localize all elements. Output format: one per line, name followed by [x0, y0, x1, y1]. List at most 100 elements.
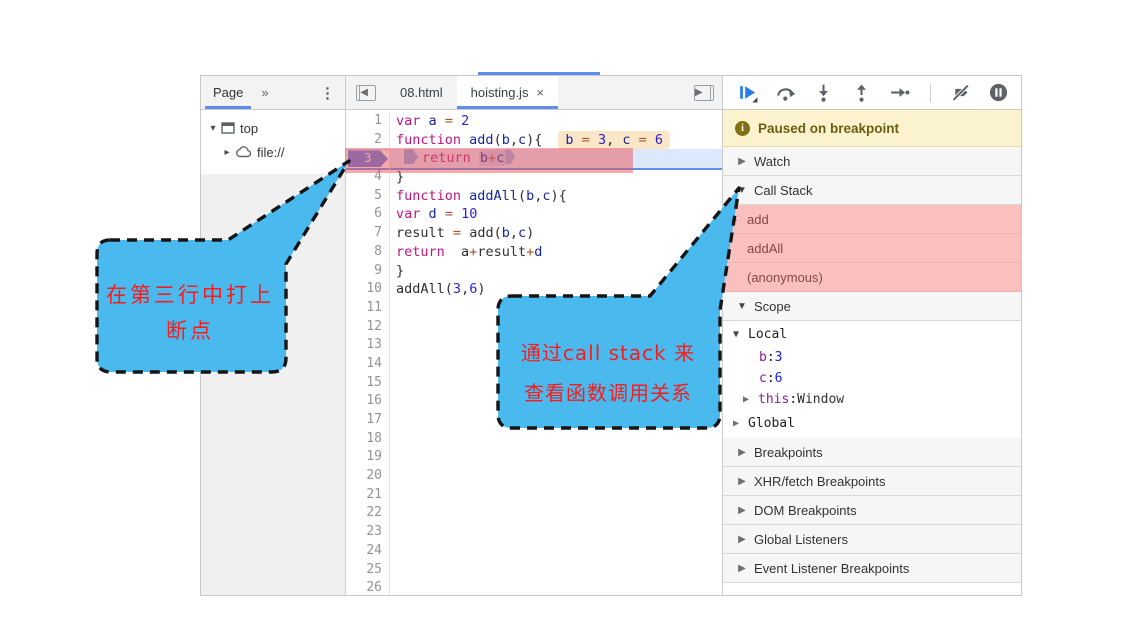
tab-page[interactable]: Page [201, 76, 255, 109]
step-out-icon[interactable] [851, 82, 872, 103]
line-number[interactable]: 23 [346, 523, 390, 542]
line-number[interactable]: 17 [346, 411, 390, 430]
line-number[interactable]: 2 [346, 131, 390, 150]
inline-breakpoint-marker-icon[interactable] [404, 149, 418, 164]
code-content: } [390, 168, 722, 187]
line-number[interactable]: 11 [346, 299, 390, 318]
file-tree: ▾ top ▸ file:// [201, 110, 345, 174]
code-line: 8return a+result+d [346, 243, 722, 262]
expand-right-panel-icon[interactable]: ▶ [694, 85, 714, 101]
code-content [390, 318, 722, 337]
scope-property[interactable]: ▶this: Window [723, 389, 1021, 410]
code-token [461, 225, 469, 241]
section-call-stack[interactable]: ▼ Call Stack [723, 176, 1021, 205]
section-dom-breakpoints[interactable]: ▶DOM Breakpoints [723, 496, 1021, 525]
line-number[interactable]: 7 [346, 224, 390, 243]
line-number[interactable]: 1 [346, 112, 390, 131]
code-token [471, 150, 479, 166]
scope-global[interactable]: ▶ Global [723, 410, 1021, 437]
code-content [390, 411, 722, 430]
tree-item-top[interactable]: ▾ top [201, 116, 345, 140]
editor-tabbar: ◀ 08.html hoisting.js × ▶ [346, 76, 722, 110]
call-stack-frames: ▶addaddAll(anonymous) [723, 205, 1021, 292]
line-number[interactable]: 15 [346, 374, 390, 393]
code-token: function [396, 188, 461, 204]
line-number[interactable]: 22 [346, 504, 390, 523]
breakpoint-tag[interactable]: 3 [348, 150, 388, 167]
code-token: , [510, 225, 518, 241]
call-stack-frame[interactable]: addAll [723, 234, 1021, 263]
section-global-listeners[interactable]: ▶Global Listeners [723, 525, 1021, 554]
code-line: 6var d = 10 [346, 205, 722, 224]
resume-button[interactable] [737, 82, 758, 103]
scope-global-label: Global [748, 416, 795, 431]
code-token [437, 206, 445, 222]
code-token: , [510, 132, 518, 148]
tab-hoisting-js[interactable]: hoisting.js × [457, 76, 558, 109]
section-breakpoints[interactable]: ▶Breakpoints [723, 438, 1021, 467]
line-number[interactable]: 21 [346, 486, 390, 505]
section-label: Breakpoints [754, 445, 823, 460]
code-token: ) [526, 225, 534, 241]
line-number[interactable]: 6 [346, 205, 390, 224]
line-number[interactable]: 18 [346, 430, 390, 449]
property-name: b [759, 350, 767, 365]
call-stack-frame[interactable]: (anonymous) [723, 263, 1021, 292]
inline-breakpoint-tip-icon[interactable] [505, 149, 515, 164]
code-token: ( [494, 132, 502, 148]
code-line: 17 [346, 411, 722, 430]
line-number[interactable]: 16 [346, 392, 390, 411]
code-content [390, 523, 722, 542]
line-number[interactable]: 4 [346, 168, 390, 187]
line-number[interactable]: 14 [346, 355, 390, 374]
call-stack-frame[interactable]: ▶add [723, 205, 1021, 234]
chevron-down-icon[interactable]: ▾ [207, 123, 219, 134]
step-icon[interactable] [889, 82, 911, 103]
chevron-right-icon[interactable]: ▸ [221, 147, 233, 158]
step-over-icon[interactable] [775, 82, 796, 103]
code-token: c [496, 150, 504, 166]
collapse-left-panel-icon[interactable]: ◀ [356, 85, 376, 101]
section-xhr-fetch-breakpoints[interactable]: ▶XHR/fetch Breakpoints [723, 467, 1021, 496]
line-number[interactable]: 8 [346, 243, 390, 262]
step-into-icon[interactable] [813, 82, 834, 103]
code-token: c [542, 188, 550, 204]
close-icon[interactable]: × [536, 85, 544, 100]
code-content [390, 392, 722, 411]
code-content: function add(b,c){b = 3, c = 6 [390, 131, 722, 150]
tree-item-file[interactable]: ▸ file:// [201, 140, 345, 164]
tree-item-label: file:// [257, 145, 284, 160]
line-number[interactable]: 10 [346, 280, 390, 299]
line-number[interactable]: 3 [346, 149, 390, 168]
kebab-menu-icon[interactable]: ⋮ [310, 84, 345, 102]
section-watch[interactable]: ▶ Watch [723, 147, 1021, 176]
code-token: = [445, 206, 453, 222]
chevron-down-icon: ▼ [731, 329, 741, 340]
section-scope[interactable]: ▼ Scope [723, 292, 1021, 321]
line-number[interactable]: 24 [346, 542, 390, 561]
line-number[interactable]: 25 [346, 561, 390, 580]
line-number[interactable]: 26 [346, 579, 390, 595]
code-editor: 1var a = 22function add(b,c){b = 3, c = … [346, 110, 722, 595]
deactivate-breakpoints-icon[interactable] [950, 82, 971, 103]
code-token: addAll [469, 188, 518, 204]
line-number[interactable]: 20 [346, 467, 390, 486]
tab-label: 08.html [400, 85, 443, 100]
tab-label: hoisting.js [471, 85, 529, 100]
more-tabs-icon[interactable]: » [255, 85, 272, 100]
line-number[interactable]: 9 [346, 262, 390, 281]
pause-on-exceptions-icon[interactable] [988, 82, 1009, 103]
line-number[interactable]: 12 [346, 318, 390, 337]
scope-property[interactable]: b: 3 [723, 347, 1021, 368]
line-number[interactable]: 19 [346, 448, 390, 467]
code-line: 14 [346, 355, 722, 374]
section-event-listener-breakpoints[interactable]: ▶Event Listener Breakpoints [723, 554, 1021, 583]
scope-local[interactable]: ▼ Local [723, 321, 1021, 347]
line-number[interactable]: 13 [346, 336, 390, 355]
code-line: 19 [346, 448, 722, 467]
property-value: 6 [775, 371, 783, 386]
paused-message: Paused on breakpoint [758, 121, 899, 136]
line-number[interactable]: 5 [346, 187, 390, 206]
tab-08-html[interactable]: 08.html [386, 76, 457, 109]
scope-property[interactable]: c: 6 [723, 368, 1021, 389]
